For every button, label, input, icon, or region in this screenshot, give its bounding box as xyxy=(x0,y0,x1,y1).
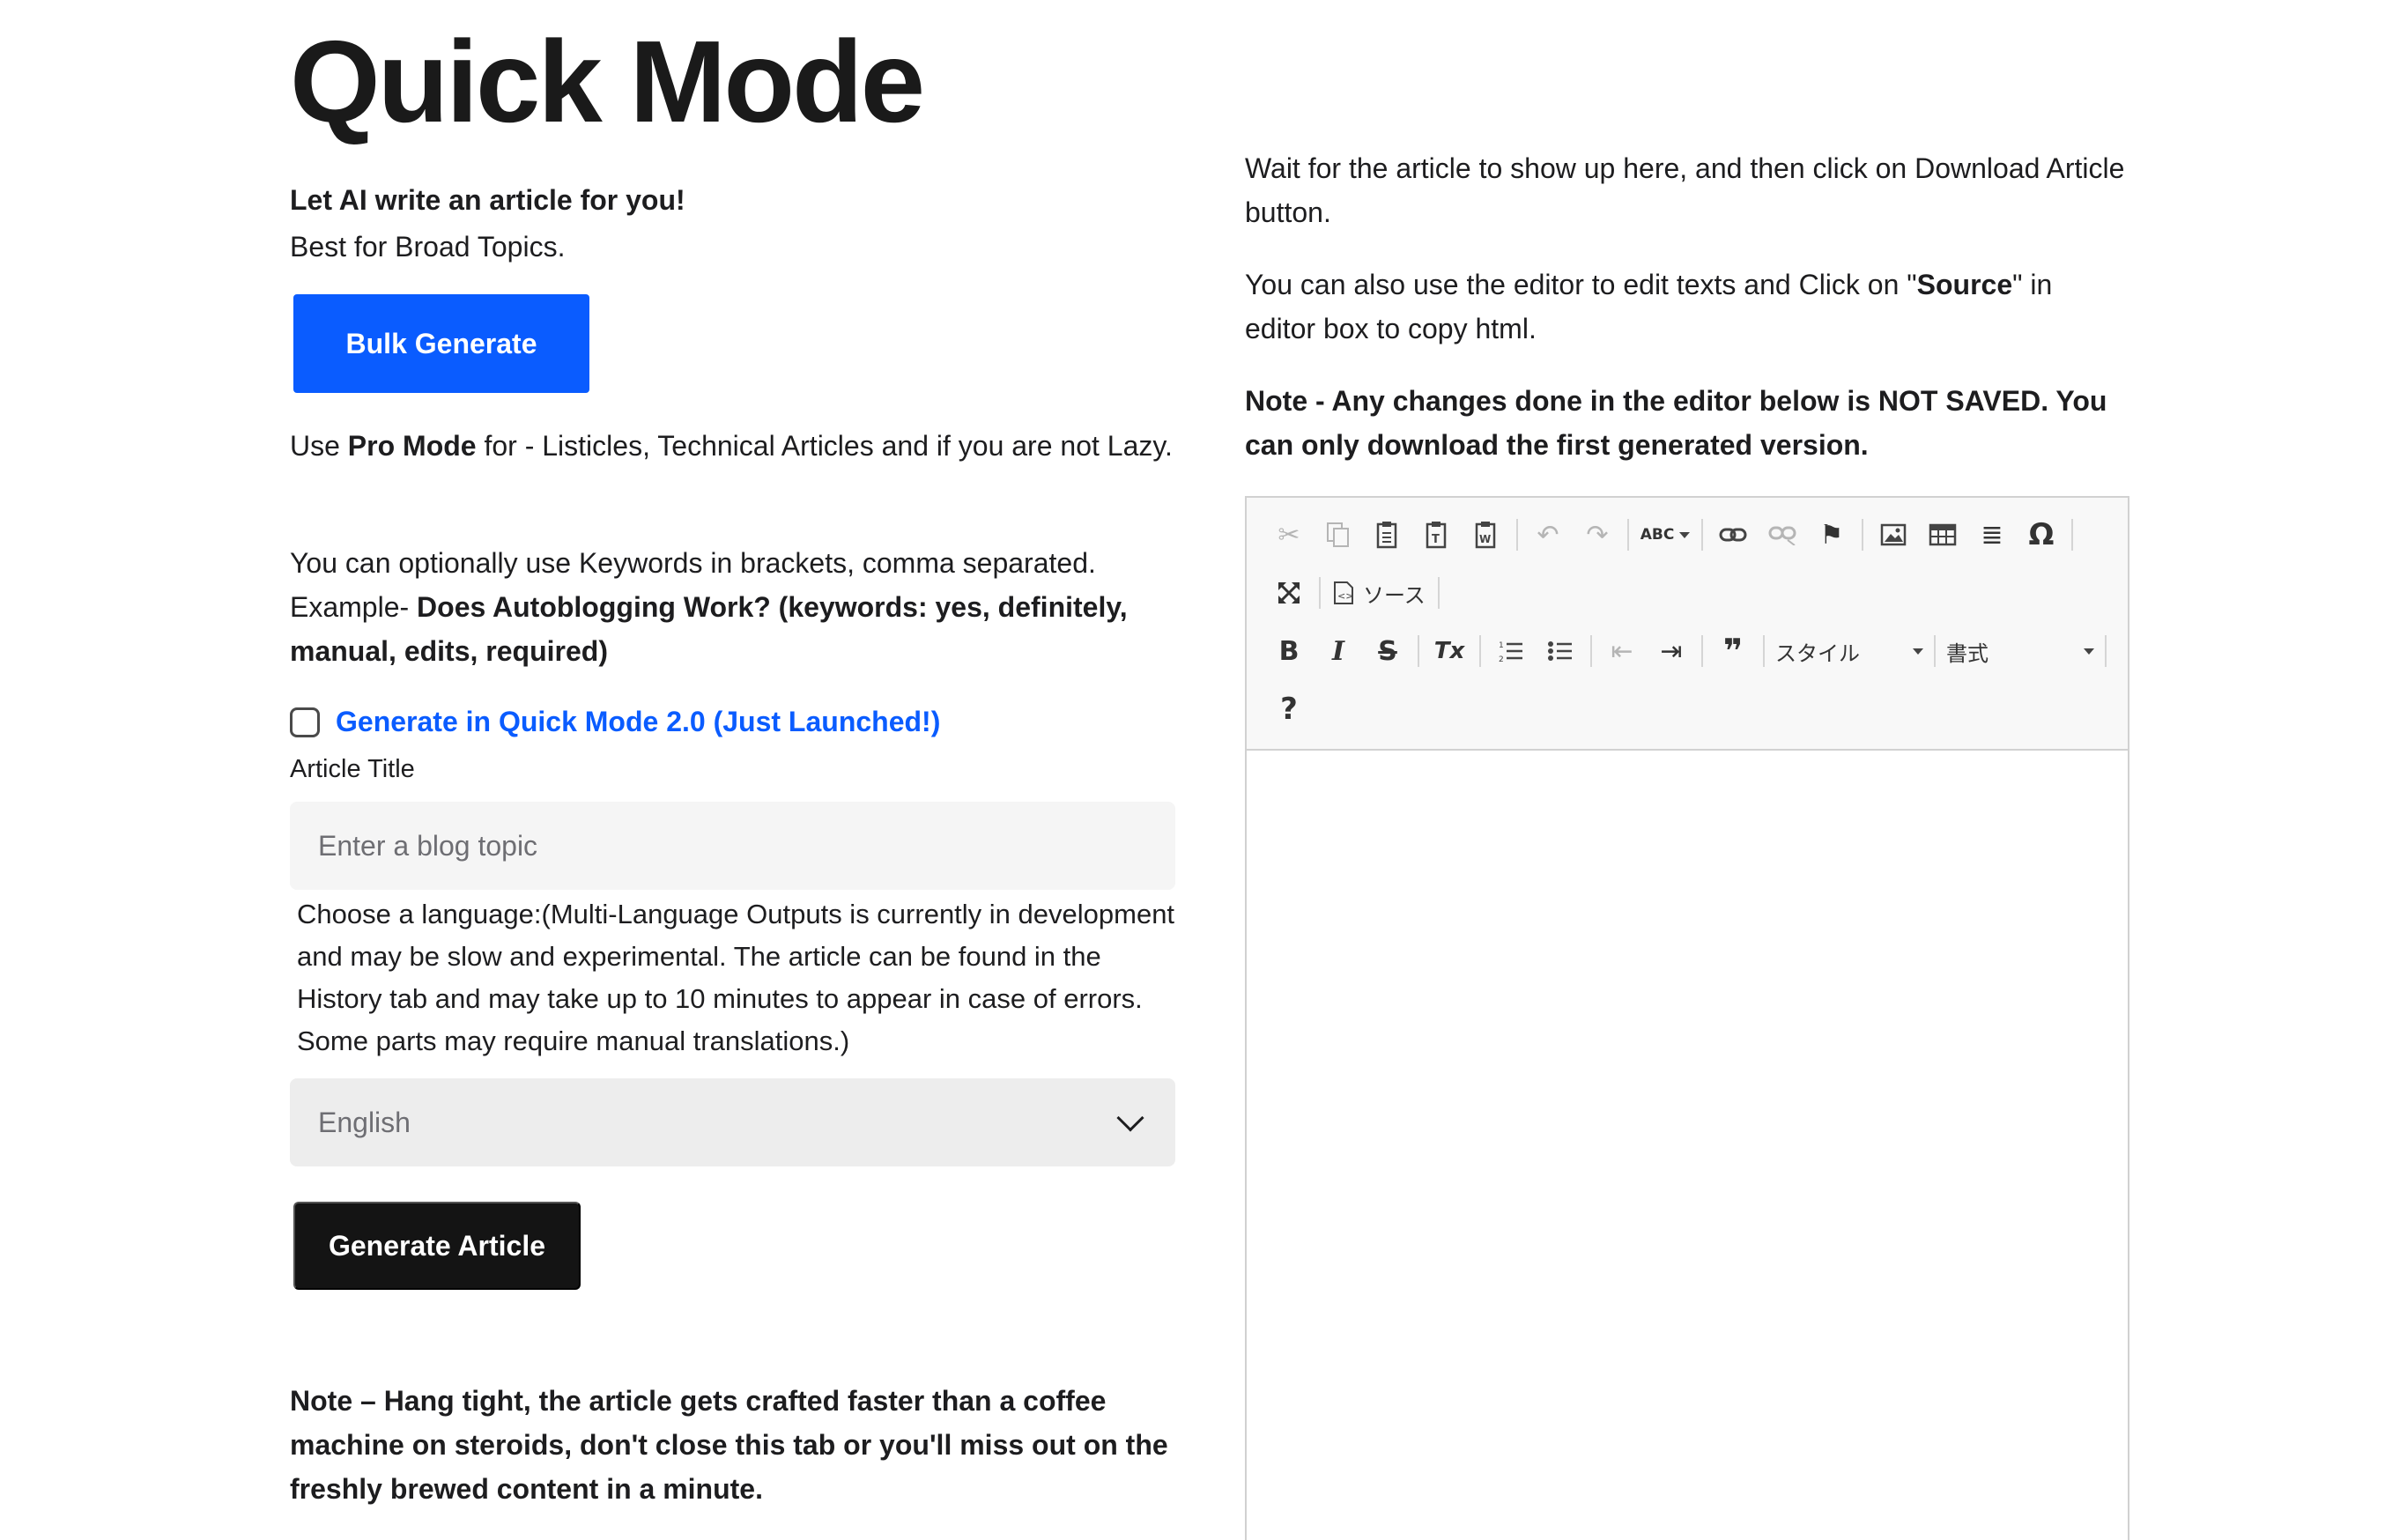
quick-mode-2-label[interactable]: Generate in Quick Mode 2.0 (Just Launche… xyxy=(336,706,940,738)
svg-text:W: W xyxy=(1479,533,1491,545)
anchor-flag-icon[interactable]: ⚑ xyxy=(1807,510,1856,559)
styles-dropdown[interactable]: スタイル xyxy=(1770,626,1929,676)
link-icon[interactable] xyxy=(1708,510,1758,559)
toolbar-separator xyxy=(1418,635,1419,667)
caret-down-icon xyxy=(1913,648,1923,655)
toolbar-separator xyxy=(1590,635,1592,667)
bulleted-list-icon[interactable] xyxy=(1536,626,1585,676)
table-icon[interactable] xyxy=(1918,510,1967,559)
editor-content-area[interactable] xyxy=(1247,751,2128,1540)
spellcheck-icon[interactable]: ABC xyxy=(1634,510,1696,559)
wait-note: Note – Hang tight, the article gets craf… xyxy=(290,1385,1168,1505)
italic-icon[interactable]: I xyxy=(1314,626,1363,676)
intro-text: Let AI write an article for you! Best fo… xyxy=(290,174,685,268)
toolbar-separator xyxy=(1934,635,1936,667)
toolbar-row-1: ✂ T W ↶ ↷ ABC ⚑ ≣ Ω xyxy=(1264,510,2078,559)
caret-down-icon xyxy=(2084,648,2094,655)
language-description: Choose a language:(Multi-Language Output… xyxy=(297,899,1175,1056)
toolbar-separator xyxy=(1319,577,1321,609)
not-saved-note: Note - Any changes done in the editor be… xyxy=(1245,385,2107,461)
rich-text-editor[interactable]: ✂ T W ↶ ↷ ABC ⚑ ≣ Ω <> ソース B I S Tx 1 2 … xyxy=(1245,496,2129,1540)
pro-mode-text: Use Pro Mode for - Listicles, Technical … xyxy=(290,424,1175,468)
toolbar-separator xyxy=(1516,519,1518,551)
help-icon[interactable]: ? xyxy=(1264,685,1314,734)
source-button[interactable]: <> ソース xyxy=(1326,578,1433,609)
remove-format-icon[interactable]: Tx xyxy=(1425,626,1474,676)
copy-icon[interactable] xyxy=(1314,510,1363,559)
paste-text-icon[interactable]: T xyxy=(1412,510,1462,559)
spellcheck-label: ABC xyxy=(1640,526,1675,544)
toolbar-row-4: ? xyxy=(1264,685,1314,734)
toolbar-separator xyxy=(1479,635,1481,667)
paste-icon[interactable] xyxy=(1363,510,1412,559)
svg-text:T: T xyxy=(1432,533,1440,546)
special-character-icon[interactable]: Ω xyxy=(2017,510,2066,559)
toolbar-separator xyxy=(1437,577,1440,609)
numbered-list-icon[interactable]: 12 xyxy=(1486,626,1536,676)
svg-text:<>: <> xyxy=(1337,590,1353,602)
source-icon: <> xyxy=(1334,581,1353,604)
toolbar-separator xyxy=(1627,519,1629,551)
unlink-icon[interactable] xyxy=(1758,510,1807,559)
pro-prefix: Use xyxy=(290,430,348,462)
source-label: ソース xyxy=(1363,583,1426,608)
editor-instructions: You can also use the editor to edit text… xyxy=(1245,263,2130,351)
bold-icon[interactable]: B xyxy=(1264,626,1314,676)
language-selected-value: English xyxy=(318,1106,411,1138)
toolbar-separator xyxy=(1701,519,1703,551)
outdent-icon[interactable]: ⇤ xyxy=(1597,626,1647,676)
image-icon[interactable] xyxy=(1869,510,1918,559)
caret-down-icon xyxy=(1679,531,1691,538)
format-dropdown[interactable]: 書式 xyxy=(1941,626,2100,676)
toolbar-separator xyxy=(2071,519,2073,551)
editor-instr-prefix: You can also use the editor to edit text… xyxy=(1245,269,1917,300)
toolbar-separator xyxy=(1701,635,1703,667)
svg-text:2: 2 xyxy=(1499,655,1504,663)
generate-article-button[interactable]: Generate Article xyxy=(293,1202,581,1290)
indent-icon[interactable]: ⇥ xyxy=(1647,626,1696,676)
undo-icon[interactable]: ↶ xyxy=(1523,510,1573,559)
bulk-generate-button[interactable]: Bulk Generate xyxy=(293,294,589,393)
svg-text:1: 1 xyxy=(1499,641,1504,650)
maximize-icon[interactable] xyxy=(1264,568,1314,618)
horizontal-rule-icon[interactable]: ≣ xyxy=(1967,510,2017,559)
article-title-input[interactable]: Enter a blog topic xyxy=(290,802,1175,890)
toolbar-row-2: <> ソース xyxy=(1264,568,1445,618)
toolbar-separator xyxy=(2105,635,2107,667)
language-select[interactable]: English xyxy=(290,1078,1175,1166)
toolbar-separator xyxy=(1862,519,1863,551)
format-label: 書式 xyxy=(1946,641,1989,666)
editor-toolbar: ✂ T W ↶ ↷ ABC ⚑ ≣ Ω <> ソース B I S Tx 1 2 … xyxy=(1247,498,2128,751)
strikethrough-icon[interactable]: S xyxy=(1363,626,1412,676)
blockquote-icon[interactable]: ❞ xyxy=(1708,626,1758,676)
wait-instructions: Wait for the article to show up here, an… xyxy=(1245,152,2125,228)
quick-mode-2-option[interactable]: Generate in Quick Mode 2.0 (Just Launche… xyxy=(290,706,940,738)
chevron-down-icon xyxy=(1116,1104,1144,1132)
styles-label: スタイル xyxy=(1775,641,1860,666)
keywords-hint: You can optionally use Keywords in brack… xyxy=(290,541,1175,673)
intro-heading: Let AI write an article for you! xyxy=(290,184,685,216)
intro-subtitle: Best for Broad Topics. xyxy=(290,231,566,263)
page-title: Quick Mode xyxy=(290,17,925,146)
article-title-label: Article Title xyxy=(290,755,415,783)
quick-mode-2-checkbox[interactable] xyxy=(290,707,320,737)
pro-suffix: for - Listicles, Technical Articles and … xyxy=(476,430,1173,462)
redo-icon[interactable]: ↷ xyxy=(1573,510,1622,559)
cut-icon[interactable]: ✂ xyxy=(1264,510,1314,559)
source-keyword: Source xyxy=(1916,269,2013,300)
pro-mode-link: Pro Mode xyxy=(347,430,477,462)
toolbar-row-3: B I S Tx 12 ⇤ ⇥ ❞ スタイル 書式 xyxy=(1264,626,2112,676)
paste-word-icon[interactable]: W xyxy=(1462,510,1511,559)
toolbar-separator xyxy=(1763,635,1765,667)
